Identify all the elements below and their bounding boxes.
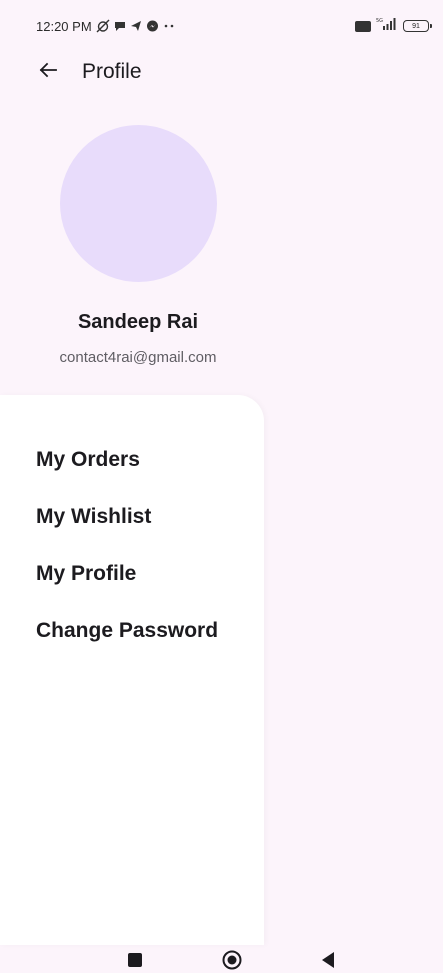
telegram-icon bbox=[130, 20, 142, 32]
more-dots-icon bbox=[163, 23, 175, 29]
arrow-left-icon bbox=[38, 60, 58, 85]
home-button[interactable] bbox=[221, 950, 243, 973]
circle-home-icon bbox=[222, 950, 242, 973]
user-name: Sandeep Rai bbox=[77, 311, 199, 333]
nav-back-button[interactable] bbox=[318, 951, 338, 973]
status-right-icons: 5G 91 bbox=[355, 17, 432, 35]
avatar bbox=[60, 125, 217, 282]
volte-icon bbox=[355, 20, 371, 32]
menu-item-change-password[interactable]: Change Password bbox=[36, 619, 218, 643]
square-recents-icon bbox=[127, 952, 143, 973]
menu-panel bbox=[0, 395, 264, 945]
system-nav-bar bbox=[0, 945, 443, 973]
back-button[interactable] bbox=[28, 52, 68, 92]
messenger-icon bbox=[146, 20, 159, 33]
triangle-back-icon bbox=[320, 951, 336, 973]
status-time: 12:20 PM bbox=[36, 18, 92, 34]
notification-icons bbox=[96, 19, 175, 33]
alarm-off-icon bbox=[96, 19, 110, 33]
signal-icon: 5G bbox=[376, 17, 398, 35]
app-bar: Profile bbox=[0, 52, 443, 92]
menu-item-my-wishlist[interactable]: My Wishlist bbox=[36, 505, 151, 529]
chat-icon bbox=[114, 20, 126, 32]
recents-button[interactable] bbox=[126, 952, 144, 973]
user-email: contact4rai@gmail.com bbox=[59, 349, 217, 366]
battery-icon: 91 bbox=[403, 20, 432, 32]
network-type: 5G bbox=[376, 18, 383, 24]
page-title: Profile bbox=[82, 60, 142, 83]
battery-level: 91 bbox=[412, 22, 420, 30]
menu-item-my-profile[interactable]: My Profile bbox=[36, 562, 136, 586]
profile-screen: 12:20 PM 5G 91 Profile Sandeep Rai conta… bbox=[0, 0, 443, 973]
status-bar: 12:20 PM 5G 91 bbox=[0, 0, 443, 52]
menu-item-my-orders[interactable]: My Orders bbox=[36, 448, 140, 472]
